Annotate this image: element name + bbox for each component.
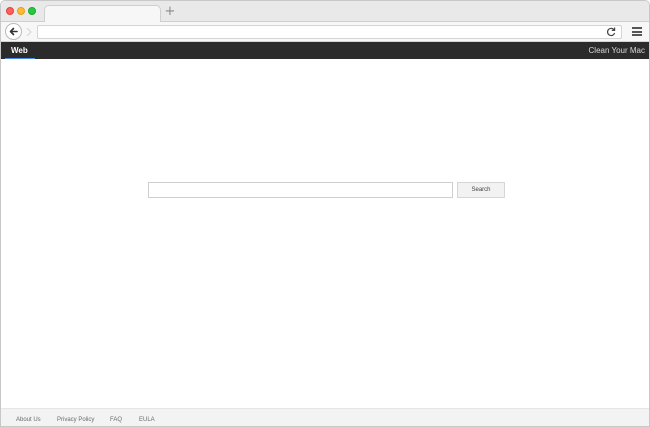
maximize-window-button[interactable] — [28, 7, 36, 15]
plus-icon[interactable]: + — [164, 5, 176, 19]
search-button[interactable]: Search — [457, 182, 505, 198]
reload-icon[interactable] — [605, 26, 617, 38]
search-input[interactable] — [148, 182, 453, 198]
address-bar[interactable] — [37, 25, 622, 39]
site-navbar: Web Clean Your Mac — [1, 42, 649, 59]
browser-tab[interactable] — [44, 5, 161, 23]
browser-toolbar — [1, 22, 649, 42]
close-window-button[interactable] — [6, 7, 14, 15]
forward-arrow-icon[interactable] — [25, 27, 33, 37]
clean-your-mac-link[interactable]: Clean Your Mac — [589, 45, 645, 56]
footer-eula-link[interactable]: EULA — [139, 416, 155, 424]
hamburger-menu-icon[interactable] — [632, 27, 642, 36]
footer-faq-link[interactable]: FAQ — [110, 416, 122, 424]
back-button[interactable] — [5, 23, 22, 40]
nav-active-indicator — [5, 58, 35, 59]
minimize-window-button[interactable] — [17, 7, 25, 15]
tab-strip: + — [1, 1, 649, 23]
nav-web-link[interactable]: Web — [11, 45, 28, 56]
footer: About Us Privacy Policy FAQ EULA — [1, 408, 649, 426]
footer-privacy-policy-link[interactable]: Privacy Policy — [57, 416, 94, 424]
back-arrow-icon — [9, 27, 18, 36]
browser-window: + Web Clean Your Mac Search About Us Pri… — [0, 0, 650, 427]
footer-about-us-link[interactable]: About Us — [16, 416, 41, 424]
